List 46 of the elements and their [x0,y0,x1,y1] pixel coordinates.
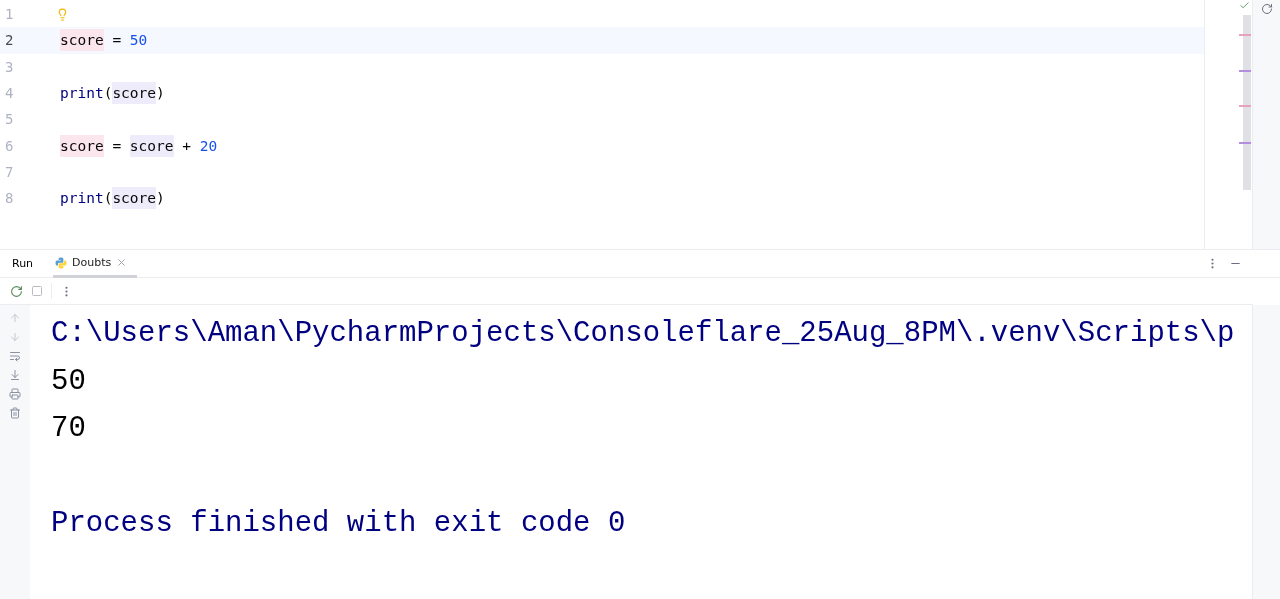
function-name: print [60,84,104,104]
print-icon[interactable] [9,388,21,400]
scrollbar[interactable] [1243,15,1251,190]
line-number: 1 [4,6,15,23]
close-icon[interactable] [116,257,128,268]
variable-name: score [60,29,104,52]
code-text: = [111,31,123,51]
python-icon [55,256,68,269]
number-literal: 20 [199,136,218,156]
variable-name: score [60,134,104,157]
soft-wrap-icon[interactable] [9,350,21,362]
function-name: print [60,189,104,209]
usage-marker [1239,142,1251,144]
line-number: 6 [4,137,15,154]
number-literal: 50 [129,31,148,51]
usage-marker [1239,70,1251,72]
usage-marker [1239,105,1251,107]
line-number: 8 [4,190,15,207]
code-text: ) [156,84,165,104]
code-text: ( [103,84,113,104]
usage-marker [1239,34,1251,36]
variable-name: score [129,134,174,157]
run-tab[interactable]: Doubts [53,250,138,278]
panel-title: Run [12,257,34,270]
check-icon [1239,0,1250,11]
rerun-icon[interactable] [10,284,23,298]
line-number: 7 [4,163,15,180]
console-output: 50 [51,363,87,400]
stop-icon[interactable] [31,285,43,297]
variable-name: score [112,82,157,105]
code-text: = [111,136,123,156]
scroll-to-end-icon[interactable] [9,369,21,381]
console-message: Process finished with exit code 0 [51,506,627,543]
code-text: ) [156,189,165,209]
lightbulb-icon[interactable] [56,7,69,21]
line-number: 5 [4,111,15,128]
console-output: 70 [51,411,87,448]
variable-name: score [112,187,157,210]
console-message: C:\Users\Aman\PycharmProjects\Consoleflare_25Aug_8PM\.venv\Scripts\p [51,316,1236,353]
code-text: ( [103,189,113,209]
code-text: + [181,136,192,156]
down-arrow-icon[interactable] [9,331,21,343]
line-number: 3 [4,58,15,75]
line-number: 2 [4,32,15,49]
trash-icon[interactable] [9,407,21,419]
line-number: 4 [4,85,15,102]
